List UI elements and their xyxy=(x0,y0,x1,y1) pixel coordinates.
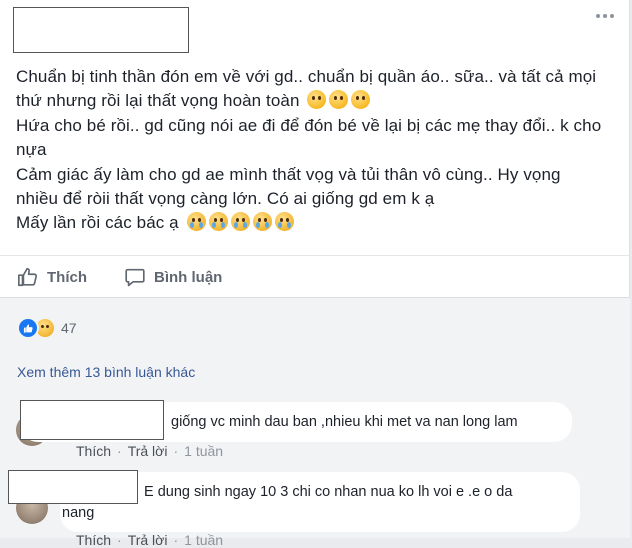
weary-face-icon xyxy=(351,90,371,110)
thumbs-up-icon xyxy=(18,267,38,287)
comment-like-link[interactable]: Thích xyxy=(76,443,111,459)
view-more-comments-link[interactable]: Xem thêm 13 bình luận khác xyxy=(17,364,195,380)
comment-label: Bình luận xyxy=(154,268,223,286)
like-label: Thích xyxy=(47,268,87,286)
comment-meta: Thích · Trả lời · 1 tuần xyxy=(76,532,224,548)
comment-time: 1 tuần xyxy=(184,532,224,548)
post-actions-bar: Thích Bình luận xyxy=(0,255,630,297)
crying-face-icon xyxy=(208,212,228,232)
comment-reply-link[interactable]: Trả lời xyxy=(128,532,168,548)
comment-text: nang xyxy=(62,505,95,521)
weary-face-icon xyxy=(307,90,327,110)
comments-section: 47 Xem thêm 13 bình luận khác giống vc m… xyxy=(0,297,630,548)
crying-face-icon xyxy=(274,212,294,232)
comment-text: E dung sinh ngay 10 3 chi co nhan nua ko… xyxy=(144,484,513,500)
reaction-count: 47 xyxy=(61,320,77,336)
post-line: Hứa cho bé rồi.. gd cũng nói ae đi để đó… xyxy=(16,115,602,135)
post-line: nựa xyxy=(16,140,47,160)
post-line: nhiều để ròii thất vọng càng lớn. Có ai … xyxy=(16,189,435,209)
comment-text: giống vc minh dau ban ,nhieu khi met va … xyxy=(171,414,518,430)
post-line: thứ nhưng rồi lại thất vọng hoàn toàn xyxy=(16,89,606,113)
post-body: Chuẩn bị tinh thần đón em về với gd.. ch… xyxy=(16,65,606,236)
post-line: Mấy lần rồi các bác ạ xyxy=(16,211,606,235)
crying-face-icon xyxy=(230,212,250,232)
redacted-commenter-name xyxy=(8,470,138,504)
comment-time: 1 tuần xyxy=(184,443,224,459)
comment-like-link[interactable]: Thích xyxy=(76,532,111,548)
like-reaction-icon xyxy=(17,317,39,339)
weary-face-icon xyxy=(329,90,349,110)
comment-bubble: E dung sinh ngay 10 3 chi co nhan nua ko… xyxy=(60,472,580,532)
like-button[interactable]: Thích xyxy=(17,266,87,288)
post-line: Chuẩn bị tinh thần đón em về với gd.. ch… xyxy=(16,67,597,86)
redacted-author-name xyxy=(13,7,189,53)
comment-meta: Thích · Trả lời · 1 tuần xyxy=(76,443,224,459)
crying-face-icon xyxy=(252,212,272,232)
post-line: Cảm giác ấy làm cho gd ae mình thất vọg … xyxy=(16,164,561,184)
post-card: Chuẩn bị tinh thần đón em về với gd.. ch… xyxy=(0,0,630,548)
comment-reply-link[interactable]: Trả lời xyxy=(128,443,168,459)
redacted-commenter-name xyxy=(20,400,164,440)
speech-bubble-icon xyxy=(125,268,145,287)
more-options-icon[interactable] xyxy=(596,12,616,20)
crying-face-icon xyxy=(186,212,206,232)
comment-button[interactable]: Bình luận xyxy=(124,266,222,288)
reaction-summary[interactable]: 47 xyxy=(17,317,77,339)
